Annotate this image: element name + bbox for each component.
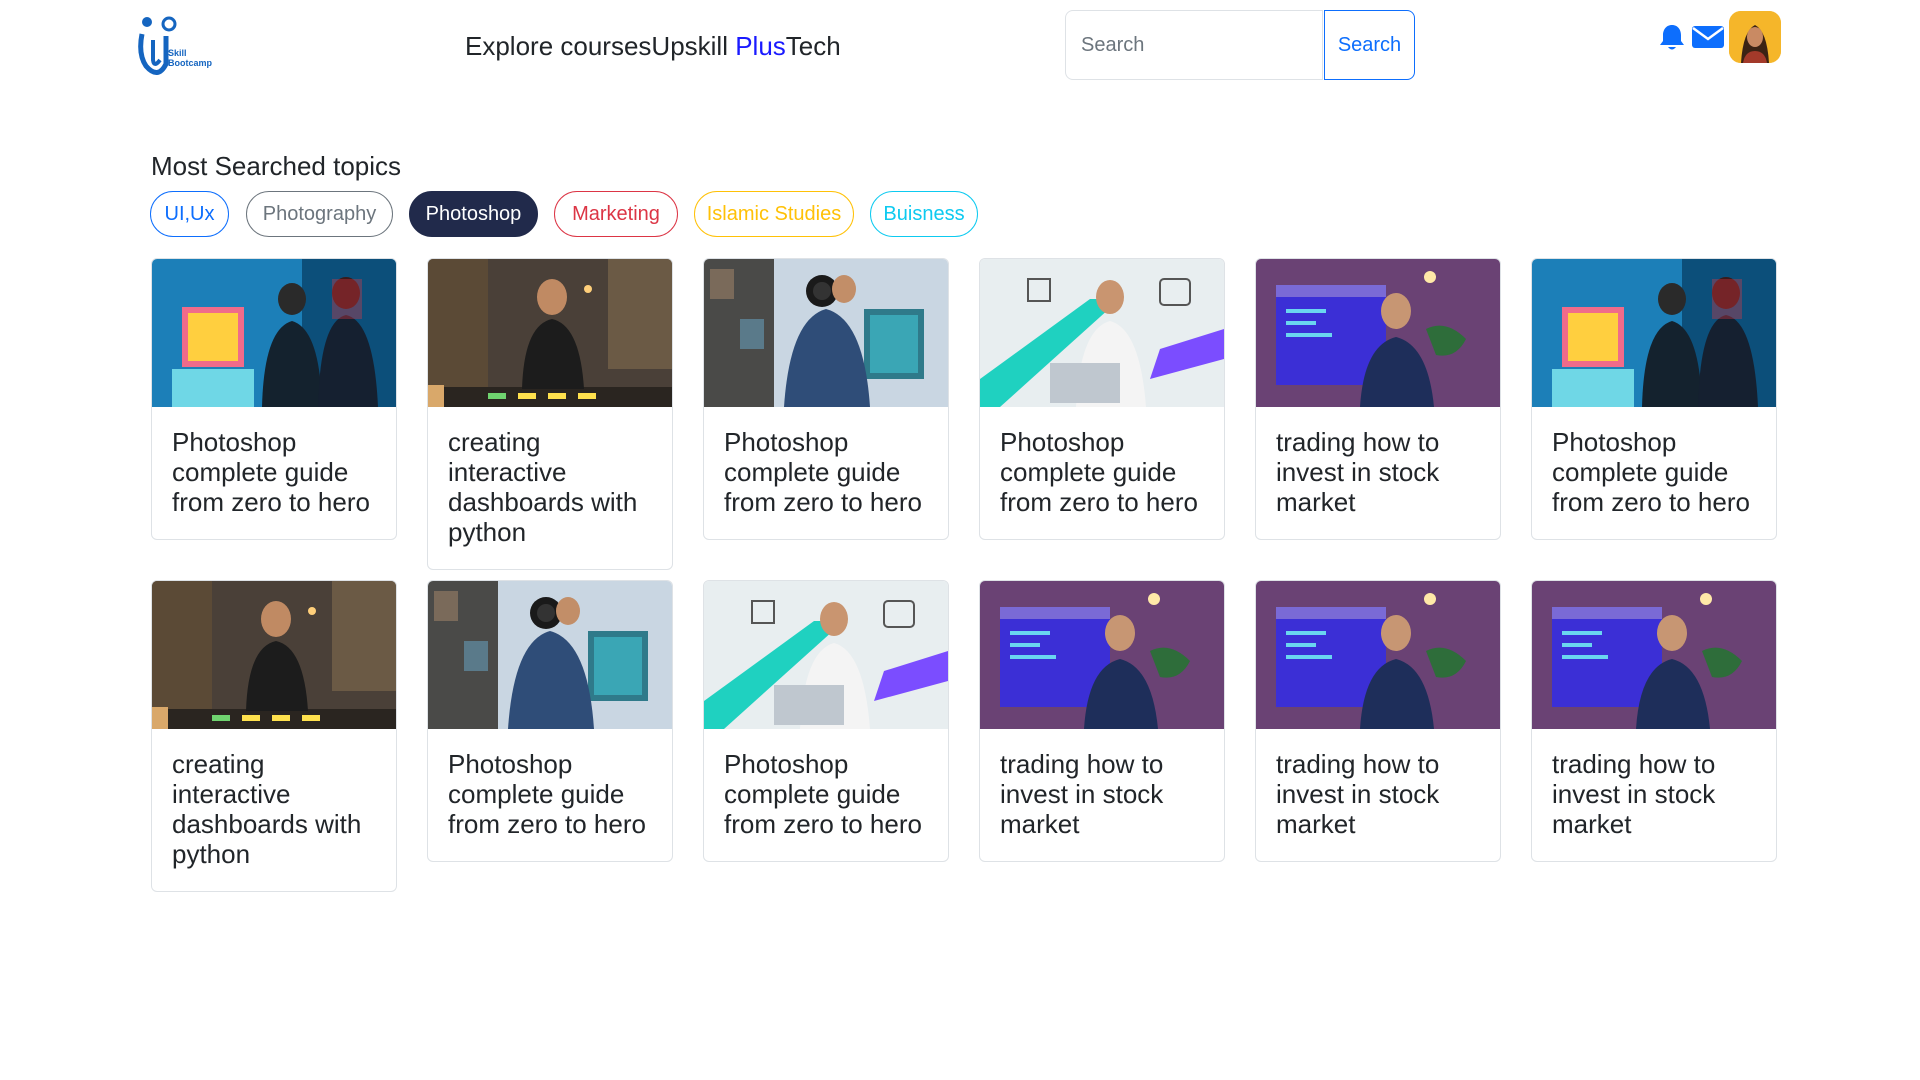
brand-plus: Plus [735, 31, 786, 61]
course-title[interactable]: Photoshop complete guide from zero to he… [428, 729, 672, 861]
course-thumbnail[interactable] [152, 581, 396, 729]
course-title[interactable]: trading how to invest in stock market [980, 729, 1224, 861]
course-thumbnail[interactable] [1532, 581, 1776, 729]
course-card[interactable]: Photoshop complete guide from zero to he… [427, 580, 673, 862]
svg-text:Skill: Skill [168, 48, 187, 58]
topic-pill-buisness[interactable]: Buisness [870, 191, 978, 237]
bell-icon[interactable] [1657, 22, 1687, 52]
topic-pill-photoshop[interactable]: Photoshop [409, 191, 538, 237]
course-thumbnail[interactable] [1256, 259, 1500, 407]
course-title[interactable]: creating interactive dashboards with pyt… [152, 729, 396, 891]
top-navbar: Skill Bootcamp Explore coursesUpskill Pl… [0, 0, 1920, 100]
course-thumbnail[interactable] [428, 581, 672, 729]
course-card[interactable]: trading how to invest in stock market [979, 580, 1225, 862]
course-card[interactable]: trading how to invest in stock market [1255, 258, 1501, 540]
course-thumbnail[interactable] [704, 259, 948, 407]
course-card[interactable]: creating interactive dashboards with pyt… [427, 258, 673, 570]
course-title[interactable]: trading how to invest in stock market [1256, 729, 1500, 861]
topic-pill-photography[interactable]: Photography [246, 191, 393, 237]
brand-title[interactable]: Explore coursesUpskill PlusTech [465, 31, 841, 62]
brand-upskill: Upskill [651, 31, 736, 61]
skill-bootcamp-logo[interactable]: Skill Bootcamp [136, 14, 220, 80]
course-title[interactable]: trading how to invest in stock market [1532, 729, 1776, 861]
search-button[interactable]: Search [1324, 10, 1415, 80]
course-card[interactable]: Photoshop complete guide from zero to he… [1531, 258, 1777, 540]
search-input[interactable] [1065, 10, 1323, 80]
course-title[interactable]: Photoshop complete guide from zero to he… [704, 729, 948, 861]
course-thumbnail[interactable] [704, 581, 948, 729]
course-card[interactable]: Photoshop complete guide from zero to he… [703, 258, 949, 540]
course-thumbnail[interactable] [980, 581, 1224, 729]
mail-icon[interactable] [1691, 24, 1725, 50]
course-card[interactable]: trading how to invest in stock market [1531, 580, 1777, 862]
topic-pill-uiux[interactable]: UI,Ux [150, 191, 229, 237]
course-thumbnail[interactable] [428, 259, 672, 407]
explore-courses-link[interactable]: Explore courses [465, 31, 651, 61]
svg-text:Bootcamp: Bootcamp [168, 58, 213, 68]
course-title[interactable]: Photoshop complete guide from zero to he… [1532, 407, 1776, 539]
topic-pill-marketing[interactable]: Marketing [554, 191, 678, 237]
topic-pill-islamic-studies[interactable]: Islamic Studies [694, 191, 854, 237]
course-title[interactable]: Photoshop complete guide from zero to he… [704, 407, 948, 539]
course-title[interactable]: Photoshop complete guide from zero to he… [152, 407, 396, 539]
course-thumbnail[interactable] [1532, 259, 1776, 407]
course-title[interactable]: creating interactive dashboards with pyt… [428, 407, 672, 569]
course-thumbnail[interactable] [152, 259, 396, 407]
course-card[interactable]: Photoshop complete guide from zero to he… [703, 580, 949, 862]
user-avatar[interactable] [1729, 11, 1781, 63]
course-thumbnail[interactable] [1256, 581, 1500, 729]
brand-tech: Tech [785, 31, 841, 61]
course-card[interactable]: trading how to invest in stock market [1255, 580, 1501, 862]
course-card[interactable]: Photoshop complete guide from zero to he… [979, 258, 1225, 540]
course-title[interactable]: Photoshop complete guide from zero to he… [980, 407, 1224, 539]
course-card[interactable]: Photoshop complete guide from zero to he… [151, 258, 397, 540]
course-title[interactable]: trading how to invest in stock market [1256, 407, 1500, 539]
course-card[interactable]: creating interactive dashboards with pyt… [151, 580, 397, 892]
course-thumbnail[interactable] [980, 259, 1224, 407]
most-searched-topics-heading: Most Searched topics [151, 151, 402, 181]
